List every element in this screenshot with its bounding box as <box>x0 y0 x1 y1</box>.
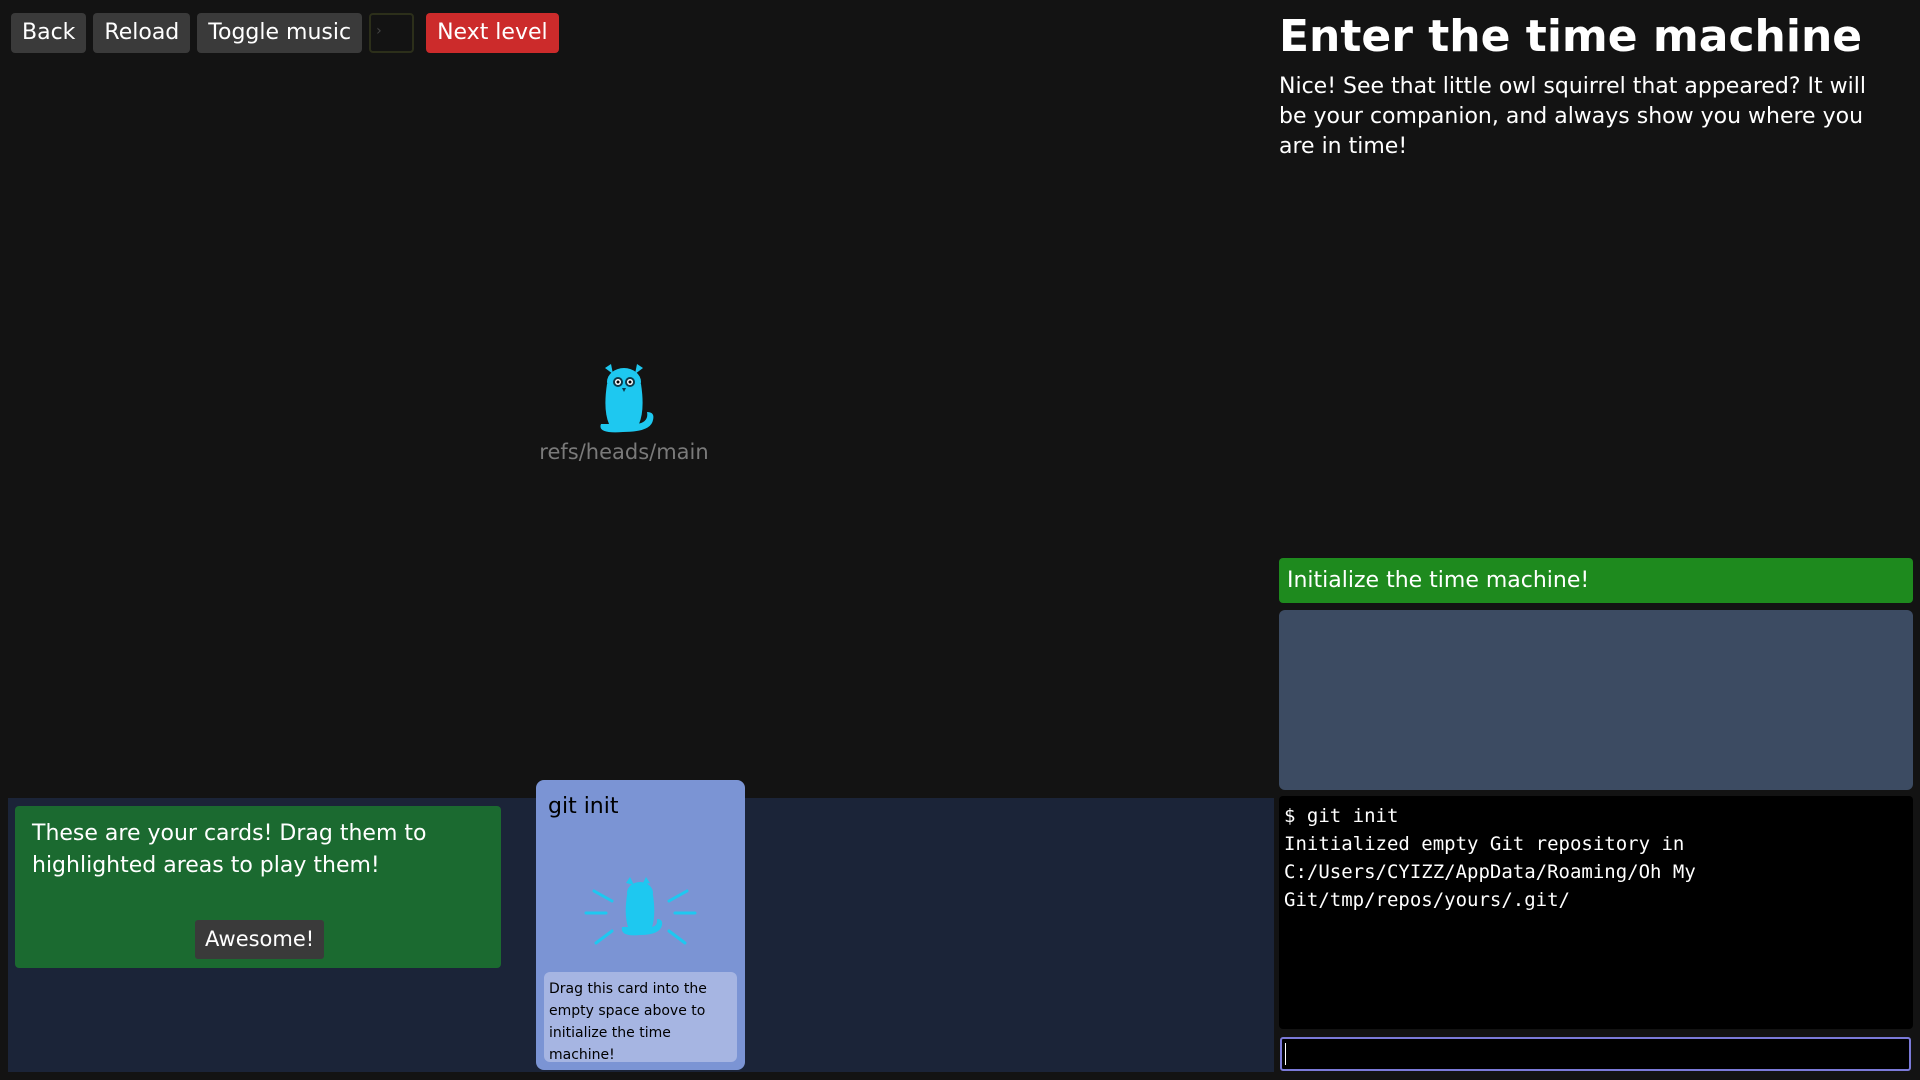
git-init-card[interactable]: git init Drag this card into the empty s… <box>536 780 745 1070</box>
text-caret <box>1285 1043 1286 1065</box>
awesome-button[interactable]: Awesome! <box>195 920 325 959</box>
owl-squirrel-icon[interactable] <box>593 362 655 434</box>
reload-button[interactable]: Reload <box>93 13 191 53</box>
tutorial-text: These are your cards! Drag them to highl… <box>32 821 427 878</box>
next-level-button[interactable]: Next level <box>426 13 559 53</box>
owl-squirrel-glow-icon <box>584 877 697 945</box>
card-title: git init <box>548 794 619 819</box>
top-toolbar: Back Reload Toggle music › Next level <box>11 13 559 53</box>
terminal-prompt-icon: › <box>376 23 382 39</box>
card-drop-area[interactable] <box>1279 610 1913 790</box>
level-title: Enter the time machine <box>1279 11 1863 62</box>
goal-bar: Initialize the time machine! <box>1279 558 1913 603</box>
back-button[interactable]: Back <box>11 13 87 53</box>
terminal-output: $ git init Initialized empty Git reposit… <box>1279 796 1913 1029</box>
level-description: Nice! See that little owl squirrel that … <box>1279 74 1866 159</box>
terminal-toggle-button[interactable]: › <box>369 13 415 53</box>
toggle-music-button[interactable]: Toggle music <box>197 13 363 53</box>
card-description: Drag this card into the empty space abov… <box>544 972 737 1063</box>
terminal-input[interactable] <box>1280 1037 1911 1071</box>
tutorial-box: These are your cards! Drag them to highl… <box>15 806 501 968</box>
ref-label: refs/heads/main <box>539 440 709 464</box>
